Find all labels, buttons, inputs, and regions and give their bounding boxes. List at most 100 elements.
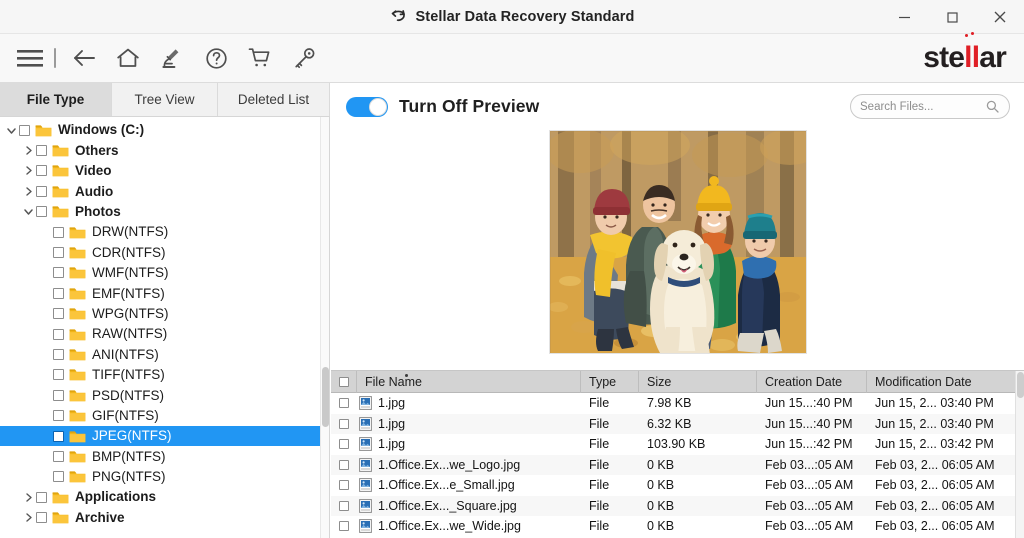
tree-item-photos[interactable]: Photos [0, 202, 329, 222]
tree-item-checkbox[interactable] [53, 471, 64, 483]
table-row[interactable]: 1.Office.Ex...we_Wide.jpg File 0 KB Feb 03.… [331, 516, 1024, 537]
tab-tree-view[interactable]: Tree View [112, 83, 218, 116]
chevron-right-icon[interactable] [21, 143, 36, 158]
table-row[interactable]: 1.jpg File 6.32 KB Jun 15...:40 PM Jun 15, 2… [331, 413, 1024, 435]
row-checkbox[interactable] [339, 459, 349, 470]
tree-item-audio[interactable]: Audio [0, 181, 329, 201]
tree-item-checkbox[interactable] [53, 328, 64, 340]
tree-item-wpg-ntfs[interactable]: WPG(NTFS) [0, 304, 329, 324]
tree-item-ani-ntfs[interactable]: ANI(NTFS) [0, 344, 329, 364]
table-row[interactable]: 1.Office.Ex...e_Small.jpg File 0 KB Feb 03.… [331, 475, 1024, 496]
chevron-down-icon[interactable] [4, 123, 19, 138]
tree-item-png-ntfs[interactable]: PNG(NTFS) [0, 467, 329, 487]
tree-item-psd-ntfs[interactable]: PSD(NTFS) [0, 385, 329, 405]
select-all-checkbox-cell[interactable] [331, 371, 357, 393]
tree-item-checkbox[interactable] [53, 287, 64, 299]
row-checkbox-cell[interactable] [331, 434, 357, 455]
home-icon[interactable] [106, 34, 150, 83]
tree-item-applications[interactable]: Applications [0, 487, 329, 507]
tree-item-checkbox[interactable] [53, 369, 64, 381]
tree-item-gif-ntfs[interactable]: GIF(NTFS) [0, 405, 329, 425]
hamburger-menu-icon[interactable] [8, 34, 52, 83]
tree-item-checkbox[interactable] [36, 206, 47, 218]
tree-item-windows-c[interactable]: Windows (C:) [0, 120, 329, 140]
tree-item-checkbox[interactable] [53, 450, 64, 462]
table-row[interactable]: 1.jpg File 103.90 KB Jun 15...:42 PM Jun 15,… [331, 434, 1024, 455]
microscope-icon[interactable] [150, 34, 194, 83]
close-button[interactable] [976, 0, 1024, 34]
tree-item-checkbox[interactable] [36, 145, 47, 157]
search-icon[interactable] [986, 100, 999, 113]
column-header-modification-date[interactable]: Modification Date [867, 371, 1015, 393]
help-circle-icon[interactable] [194, 34, 238, 83]
row-checkbox-cell[interactable] [331, 393, 357, 414]
table-row[interactable]: 1.Office.Ex..._Square.jpg File 0 KB Feb 03.… [331, 495, 1024, 517]
row-checkbox[interactable] [339, 521, 349, 532]
back-arrow-icon[interactable] [62, 34, 106, 83]
minimize-button[interactable] [880, 0, 928, 34]
tab-deleted-list[interactable]: Deleted List [218, 83, 330, 116]
tree-item-tiff-ntfs[interactable]: TIFF(NTFS) [0, 365, 329, 385]
row-checkbox-cell[interactable] [331, 455, 357, 476]
tree-item-checkbox[interactable] [53, 267, 64, 279]
shopping-cart-icon[interactable] [238, 34, 282, 83]
file-table-scrollbar-thumb[interactable] [1017, 372, 1024, 398]
select-all-checkbox[interactable] [338, 376, 349, 387]
chevron-right-icon[interactable] [21, 490, 36, 505]
tree-item-checkbox[interactable] [36, 491, 47, 503]
chevron-right-icon[interactable] [21, 510, 36, 525]
tree-item-checkbox[interactable] [53, 348, 64, 360]
chevron-down-icon[interactable] [21, 204, 36, 219]
chevron-right-icon[interactable] [21, 184, 36, 199]
tab-file-type[interactable]: File Type [0, 83, 112, 116]
row-checkbox-cell[interactable] [331, 516, 357, 537]
tree-scrollbar[interactable] [320, 117, 329, 538]
tree-item-checkbox[interactable] [53, 247, 64, 259]
table-row[interactable]: 1.jpg File 7.98 KB Jun 15...:40 PM Jun 15, 2… [331, 393, 1024, 414]
column-header-type[interactable]: Type [581, 371, 639, 393]
tree-item-checkbox[interactable] [36, 165, 47, 177]
tree-item-wmf-ntfs[interactable]: WMF(NTFS) [0, 263, 329, 283]
tree-item-video[interactable]: Video [0, 161, 329, 181]
maximize-button[interactable] [928, 0, 976, 34]
cell-type: File [589, 498, 610, 513]
file-table-scrollbar[interactable] [1015, 371, 1024, 538]
row-checkbox-cell[interactable] [331, 496, 357, 517]
file-table-body: 1.jpg File 7.98 KB Jun 15...:40 PM Jun 15, 2… [331, 393, 1024, 537]
tree-item-drw-ntfs[interactable]: DRW(NTFS) [0, 222, 329, 242]
image-file-icon [359, 416, 372, 431]
tree-item-emf-ntfs[interactable]: EMF(NTFS) [0, 283, 329, 303]
column-header-file-name[interactable]: File Name [357, 371, 581, 393]
table-row[interactable]: 1.Office.Ex...we_Logo.jpg File 0 KB Feb 03.… [331, 454, 1024, 476]
search-input[interactable] [860, 100, 986, 113]
tree-item-checkbox[interactable] [36, 512, 47, 524]
row-checkbox-cell[interactable] [331, 414, 357, 435]
tree-item-bmp-ntfs[interactable]: BMP(NTFS) [0, 446, 329, 466]
tree-item-checkbox[interactable] [36, 185, 47, 197]
row-checkbox-cell[interactable] [331, 475, 357, 496]
row-checkbox[interactable] [339, 439, 349, 450]
tree-item-checkbox[interactable] [19, 124, 30, 136]
preview-toggle[interactable] [346, 96, 388, 117]
tree-item-jpeg-ntfs[interactable]: JPEG(NTFS) [0, 425, 329, 447]
row-checkbox[interactable] [339, 500, 349, 511]
row-checkbox[interactable] [339, 398, 349, 409]
row-checkbox[interactable] [339, 480, 349, 491]
tree-item-raw-ntfs[interactable]: RAW(NTFS) [0, 324, 329, 344]
tree-item-archive[interactable]: Archive [0, 507, 329, 527]
chevron-right-icon[interactable] [21, 163, 36, 178]
file-type-tree[interactable]: Windows (C:) Others Video Audio Photos DRW(NT… [0, 117, 329, 538]
row-checkbox[interactable] [339, 418, 349, 429]
tree-item-checkbox[interactable] [53, 410, 64, 422]
tree-item-checkbox[interactable] [53, 308, 64, 320]
search-files-box[interactable] [850, 94, 1010, 119]
column-header-creation-date[interactable]: Creation Date [757, 371, 867, 393]
tree-item-checkbox[interactable] [53, 226, 64, 238]
key-icon[interactable] [282, 34, 326, 83]
column-header-size[interactable]: Size [639, 371, 757, 393]
tree-item-checkbox[interactable] [53, 389, 64, 401]
tree-item-others[interactable]: Others [0, 140, 329, 160]
tree-item-checkbox[interactable] [53, 430, 64, 442]
tree-item-cdr-ntfs[interactable]: CDR(NTFS) [0, 242, 329, 262]
tree-scrollbar-thumb[interactable] [322, 367, 329, 427]
